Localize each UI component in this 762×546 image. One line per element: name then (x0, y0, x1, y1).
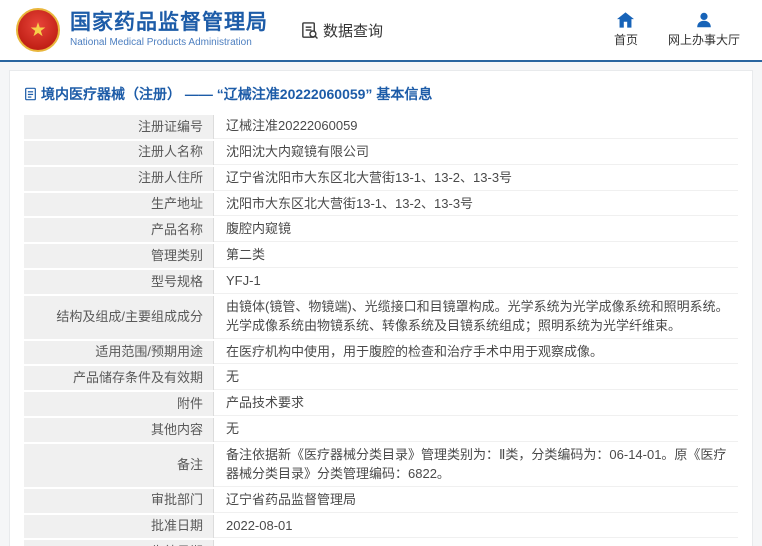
agency-name-en: National Medical Products Administration (70, 36, 252, 48)
table-row: 产品储存条件及有效期无 (24, 366, 738, 391)
row-value: 2022-08-01 (214, 514, 738, 539)
row-label-text: 注册证编号 (137, 118, 203, 134)
row-label: 结构及组成/主要组成成分 (24, 295, 214, 339)
content-area: 境内医疗器械（注册） —— “辽械注准20222060059” 基本信息 注册证… (0, 62, 762, 546)
row-label-text: 适用范围/预期用途 (95, 344, 203, 360)
row-value: 辽宁省药品监督管理局 (214, 488, 738, 513)
row-label: 注册证编号 (24, 115, 214, 139)
national-emblem-logo: ★ (16, 8, 60, 52)
row-label: 其他内容 (24, 418, 214, 442)
row-label-text: 产品名称 (150, 221, 203, 237)
row-label: 生效日期 (24, 540, 214, 546)
table-row: 产品名称 腹腔内窥镜 (24, 218, 738, 243)
table-row: 适用范围/预期用途 在医疗机构中使用，用于腹腔的检查和治疗手术中用于观察成像。 (24, 340, 738, 365)
table-row: 审批部门 辽宁省药品监督管理局 (24, 488, 738, 513)
nav-service-hall[interactable]: 网上办事大厅 (668, 12, 740, 48)
row-label-text: 其他内容 (150, 421, 203, 437)
top-nav: 首页 网上办事大厅 (614, 12, 740, 48)
row-value: 产品技术要求 (214, 392, 738, 417)
table-row: 注册人名称 沈阳沈大内窥镜有限公司 (24, 140, 738, 165)
breadcrumb: 境内医疗器械（注册） —— “辽械注准20222060059” 基本信息 (10, 71, 752, 113)
table-row: 批准日期 2022-08-01 (24, 514, 738, 539)
row-label-text: 结构及组成/主要组成成分 (56, 308, 203, 324)
agency-titles: 国家药品监督管理局 National Medical Products Admi… (70, 11, 268, 48)
row-label-text: 产品储存条件及有效期 (72, 369, 203, 385)
row-label-text: 生产地址 (150, 196, 203, 212)
row-value: 由镜体(镜管、物镜端)、光缆接口和目镜罩构成。光学系统为光学成像系统和照明系统。… (214, 295, 738, 339)
row-value: 备注依据新《医疗器械分类目录》管理类别为：Ⅱ类，分类编码为：06-14-01。原… (214, 443, 738, 487)
row-value: 2022-07-31 (214, 540, 738, 546)
row-value: 沈阳市大东区北大营街13-1、13-2、13-3号 (214, 192, 738, 217)
row-label: 注册人住所 (24, 166, 214, 191)
table-row: 其他内容无 (24, 418, 738, 442)
table-row: 管理类别 第二类 (24, 244, 738, 269)
table-row: 附件 产品技术要求 (24, 392, 738, 417)
row-value: 无 (214, 418, 738, 442)
row-label-text: 型号规格 (150, 273, 203, 289)
row-value: 在医疗机构中使用，用于腹腔的检查和治疗手术中用于观察成像。 (214, 340, 738, 365)
row-label-text: 注册人名称 (137, 144, 203, 160)
row-label: 批准日期 (24, 514, 214, 539)
user-icon (697, 12, 711, 28)
row-label: 适用范围/预期用途 (24, 340, 214, 365)
site-header: ★ 国家药品监督管理局 National Medical Products Ad… (0, 0, 762, 62)
agency-name-cn: 国家药品监督管理局 (70, 11, 268, 35)
table-row: 结构及组成/主要组成成分 由镜体(镜管、物镜端)、光缆接口和目镜罩构成。光学系统为… (24, 295, 738, 339)
row-label-text: 备注 (176, 456, 203, 472)
document-search-icon (302, 21, 318, 39)
row-label: 管理类别 (24, 244, 214, 269)
row-label: 产品储存条件及有效期 (24, 366, 214, 391)
data-query-button[interactable]: 数据查询 (300, 20, 383, 41)
row-label-text: 批准日期 (150, 518, 203, 533)
emblem-star-icon: ★ (29, 19, 47, 41)
row-value: YFJ-1 (214, 270, 738, 294)
row-label: 型号规格 (24, 270, 214, 294)
row-label: 备注 (24, 443, 214, 487)
row-value: 沈阳沈大内窥镜有限公司 (214, 140, 738, 165)
table-row: 注册人住所 辽宁省沈阳市大东区北大营街13-1、13-2、13-3号 (24, 166, 738, 191)
home-icon (617, 12, 635, 28)
row-value: 辽宁省沈阳市大东区北大营街13-1、13-2、13-3号 (214, 166, 738, 191)
table-row: 型号规格 YFJ-1 (24, 270, 738, 294)
row-label-text: 管理类别 (150, 247, 203, 263)
row-value: 无 (214, 366, 738, 391)
row-label-text: 审批部门 (150, 492, 203, 508)
breadcrumb-text: 境内医疗器械（注册） —— “辽械注准20222060059” 基本信息 (41, 86, 433, 102)
document-icon (25, 87, 36, 101)
table-row: 生效日期2022-07-31 (24, 540, 738, 546)
row-value: 腹腔内窥镜 (214, 218, 738, 243)
detail-panel: 境内医疗器械（注册） —— “辽械注准20222060059” 基本信息 注册证… (9, 70, 753, 546)
registration-info-table: 注册证编号 辽械注准20222060059 注册人名称 沈阳沈大内窥镜有限公司 注册人住… (24, 113, 738, 546)
row-label: 产品名称 (24, 218, 214, 243)
row-value: 第二类 (214, 244, 738, 269)
nav-home-label: 首页 (613, 33, 638, 47)
nav-service-hall-label: 网上办事大厅 (667, 33, 740, 47)
row-label: 审批部门 (24, 488, 214, 513)
nav-home[interactable]: 首页 (614, 12, 638, 48)
row-label: 注册人名称 (24, 140, 214, 165)
table-row: 备注 备注依据新《医疗器械分类目录》管理类别为：Ⅱ类，分类编码为：06-14-01… (24, 443, 738, 487)
row-label-text: 注册人住所 (137, 170, 203, 186)
row-value: 辽械注准20222060059 (214, 115, 738, 139)
row-label-text: 附件 (176, 395, 203, 411)
row-label: 附件 (24, 392, 214, 417)
data-query-label: 数据查询 (323, 22, 384, 40)
info-table-body: 注册证编号 辽械注准20222060059 注册人名称 沈阳沈大内窥镜有限公司 注册人住… (24, 115, 738, 546)
table-row: 生产地址 沈阳市大东区北大营街13-1、13-2、13-3号 (24, 192, 738, 217)
row-label: 生产地址 (24, 192, 214, 217)
table-row: 注册证编号 辽械注准20222060059 (24, 115, 738, 139)
